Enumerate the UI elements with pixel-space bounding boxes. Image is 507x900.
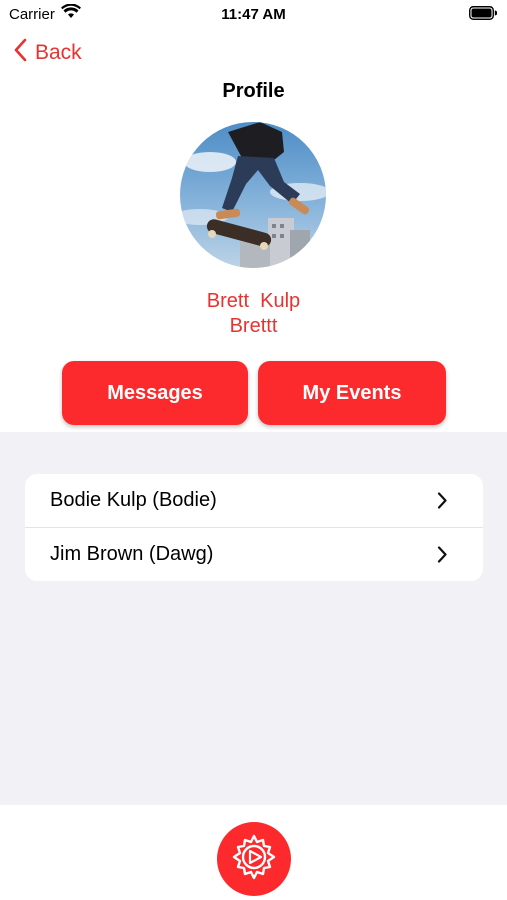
clock: 11:47 AM: [221, 6, 286, 23]
contacts-list: Bodie Kulp (Bodie) Jim Brown (Dawg): [25, 474, 483, 581]
status-bar: Carrier 11:47 AM: [0, 0, 507, 30]
settings-gear-icon: [229, 832, 279, 887]
profile-full-name: Brett Kulp: [206, 290, 301, 312]
chevron-right-icon: [437, 492, 447, 514]
messages-button[interactable]: Messages: [62, 361, 248, 425]
chevron-right-icon: [437, 546, 447, 568]
contacts-section: Bodie Kulp (Bodie) Jim Brown (Dawg): [0, 432, 507, 805]
profile-username: Brettt: [229, 315, 278, 337]
my-events-button[interactable]: My Events: [258, 361, 446, 425]
list-item[interactable]: Jim Brown (Dawg): [25, 527, 483, 581]
back-button[interactable]: Back: [14, 38, 82, 67]
list-item-label: Bodie Kulp (Bodie): [50, 489, 217, 511]
chevron-left-icon: [14, 38, 27, 67]
battery-icon: [469, 6, 498, 25]
back-label: Back: [35, 40, 82, 64]
list-item[interactable]: Bodie Kulp (Bodie): [25, 474, 483, 527]
settings-button[interactable]: [217, 822, 291, 896]
avatar: [180, 122, 326, 268]
page-title: Profile: [222, 80, 285, 102]
list-item-label: Jim Brown (Dawg): [50, 543, 214, 565]
